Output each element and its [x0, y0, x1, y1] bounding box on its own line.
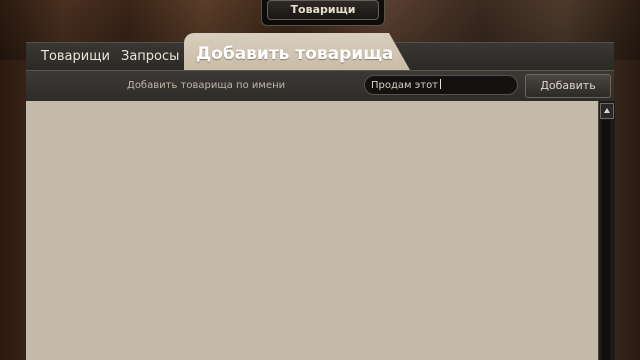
friends-toggle-frame: Товарищи — [261, 0, 385, 26]
tab-add-friend-label[interactable]: Добавить товарища — [196, 44, 393, 64]
text-caret — [440, 79, 442, 89]
friend-name-input[interactable]: Продам этот — [364, 75, 518, 95]
add-friend-button[interactable]: Добавить — [525, 74, 611, 98]
results-list-area — [26, 101, 598, 360]
tab-friends[interactable]: Товарищи — [41, 50, 110, 64]
tab-requests[interactable]: Запросы — [121, 50, 179, 64]
arrow-up-icon[interactable] — [600, 103, 614, 119]
scrollbar-track[interactable] — [602, 120, 610, 360]
friend-name-value: Продам этот — [371, 80, 439, 91]
add-by-name-label: Добавить товарища по имени — [127, 80, 286, 91]
friends-toggle-button[interactable]: Товарищи — [267, 0, 379, 20]
